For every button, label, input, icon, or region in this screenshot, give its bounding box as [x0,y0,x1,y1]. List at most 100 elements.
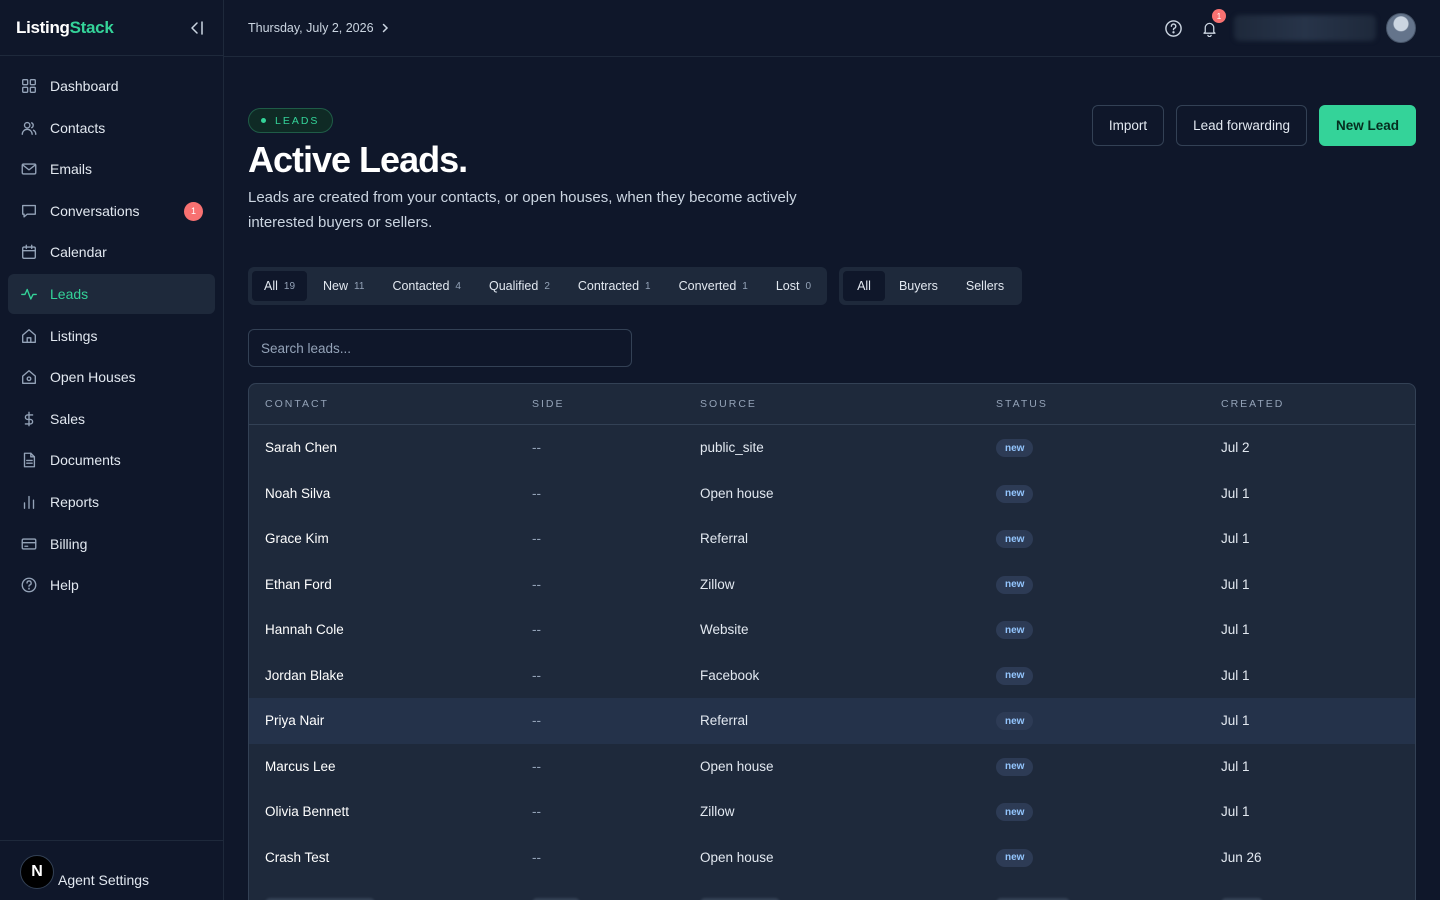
sidebar-item-billing[interactable]: Billing [8,524,215,564]
contact-name[interactable]: Priya Nair [249,713,532,728]
status-badge: new [996,848,1034,867]
pill-label: LEADS [275,114,320,127]
calendar-icon [20,243,38,261]
lead-side: -- [532,622,541,638]
created-date: Jul 1 [1221,667,1250,683]
sidebar-nav: Dashboard Contacts Emails Conversations 1 Cal… [0,56,223,617]
sidebar-item-reports[interactable]: Reports [8,482,215,522]
contact-name[interactable]: Hannah Cole [249,622,532,637]
agent-avatar[interactable]: N [20,854,54,889]
sidebar-item-calendar[interactable]: Calendar [8,232,215,272]
column-header-created[interactable]: CREATED [1221,398,1415,410]
status-filter-contracted[interactable]: Contracted 1 [562,271,663,301]
users-icon [20,119,38,137]
collapse-sidebar-icon[interactable] [187,18,207,38]
column-header-contact[interactable]: CONTACT [249,398,532,410]
table-row[interactable]: Crash Test -- Open house new Jun 26 [249,835,1415,881]
table-row[interactable]: Noah Silva -- Open house new Jul 1 [249,471,1415,517]
filter-label: Sellers [965,279,1005,293]
sidebar-item-help[interactable]: Help [8,565,215,605]
sidebar-item-label: Conversations [50,202,140,219]
help-icon [20,576,38,594]
lead-source: Zillow [700,576,735,592]
sidebar-item-badge: 1 [184,201,203,221]
lead-forwarding-button[interactable]: Lead forwarding [1176,105,1307,146]
column-header-status[interactable]: STATUS [996,398,1221,410]
search-input[interactable] [248,329,632,367]
contact-name[interactable]: Crash Test [249,850,532,865]
filter-label: All [857,279,871,293]
status-badge: new [996,621,1034,639]
agent-settings[interactable]: N Agent Settings [0,840,223,900]
lead-source: Open house [700,849,774,865]
new-lead-button[interactable]: New Lead [1318,105,1416,146]
table-row[interactable]: Marcus Lee -- Open house new Jul 1 [249,744,1415,790]
sidebar-item-conversations[interactable]: Conversations 1 [8,191,215,231]
filters: All 19 New 11 Contacted 4 Qualified 2 Contracted… [248,267,1023,305]
grid-icon [20,77,38,95]
filter-label: Contacted [392,279,450,293]
lead-side: -- [532,804,541,820]
status-filter-qualified[interactable]: Qualified 2 [473,271,562,301]
sidebar-item-contacts[interactable]: Contacts [8,108,215,148]
side-filter-all[interactable]: All [843,271,885,301]
contact-name[interactable]: Ethan Ford [249,577,532,592]
lead-side: -- [532,713,541,729]
status-filter-contacted[interactable]: Contacted 4 [376,271,473,301]
brand-logo[interactable]: ListingStack [16,18,114,38]
user-name-redacted [1234,15,1376,41]
status-badge: new [996,757,1034,776]
status-filter-new[interactable]: New 11 [307,271,376,301]
bell-icon[interactable]: 1 [1198,9,1226,39]
table-row[interactable]: Ethan Ford -- Zillow new Jul 1 [249,562,1415,608]
lead-side: -- [532,849,541,865]
sidebar-item-label: Reports [50,493,100,510]
sidebar-item-label: Help [50,577,79,594]
page-actions: Import Lead forwarding New Lead [1091,105,1416,146]
sidebar-item-label: Dashboard [50,78,119,94]
table-row[interactable]: Jordan Blake -- Facebook new Jul 1 [249,653,1415,699]
status-filter-converted[interactable]: Converted 1 [663,271,760,301]
import-button[interactable]: Import [1091,105,1165,146]
current-date: Thursday, July 2, 2026 [248,21,374,35]
column-header-source[interactable]: SOURCE [700,398,996,410]
user-avatar[interactable] [1386,13,1416,43]
help-icon[interactable] [1162,17,1184,39]
table-row[interactable]: Olivia Bennett -- Zillow new Jul 1 [249,789,1415,835]
side-filter-buyers[interactable]: Buyers [885,271,952,301]
contact-name[interactable]: Marcus Lee [249,759,532,774]
sidebar-item-open-houses[interactable]: Open Houses [8,357,215,397]
lead-source: Open house [700,485,774,501]
created-date: Jun 26 [1221,849,1262,865]
contact-name[interactable]: Sarah Chen [249,440,532,455]
sidebar-item-listings[interactable]: Listings [8,316,215,356]
brand-prefix: Listing [16,17,70,37]
sidebar-item-sales[interactable]: Sales [8,399,215,439]
contact-name[interactable]: Jordan Blake [249,668,532,683]
status-filter-lost[interactable]: Lost 0 [760,271,823,301]
sidebar-item-dashboard[interactable]: Dashboard [8,66,215,106]
column-header-side[interactable]: SIDE [532,398,700,410]
table-header: CONTACT SIDE SOURCE STATUS CREATED [249,384,1415,425]
contact-name[interactable]: Noah Silva [249,486,532,501]
side-filter-sellers[interactable]: Sellers [952,271,1018,301]
chevron-right-icon[interactable] [380,23,390,33]
sidebar-item-label: Emails [50,161,93,178]
table-row[interactable]: Hannah Cole -- Website new Jul 1 [249,607,1415,653]
filter-count: 11 [354,280,365,292]
section-pill: LEADS [248,108,334,133]
contact-name[interactable]: Grace Kim [249,531,532,546]
sidebar-item-label: Open Houses [50,369,136,386]
page-title: Active Leads. [248,139,468,180]
lead-source: public_site [700,440,764,456]
agent-settings-label: Agent Settings [58,871,150,888]
table-row[interactable]: Sarah Chen -- public_site new Jul 2 [249,425,1415,471]
status-filter-all[interactable]: All 19 [252,271,308,301]
table-row[interactable]: Priya Nair -- Referral new Jul 1 [249,698,1415,744]
sidebar-item-emails[interactable]: Emails [8,149,215,189]
filter-label: New [323,279,349,293]
sidebar-item-documents[interactable]: Documents [8,440,215,480]
contact-name[interactable]: Olivia Bennett [249,804,532,819]
table-row[interactable]: Grace Kim -- Referral new Jul 1 [249,516,1415,562]
sidebar-item-leads[interactable]: Leads [8,273,215,314]
